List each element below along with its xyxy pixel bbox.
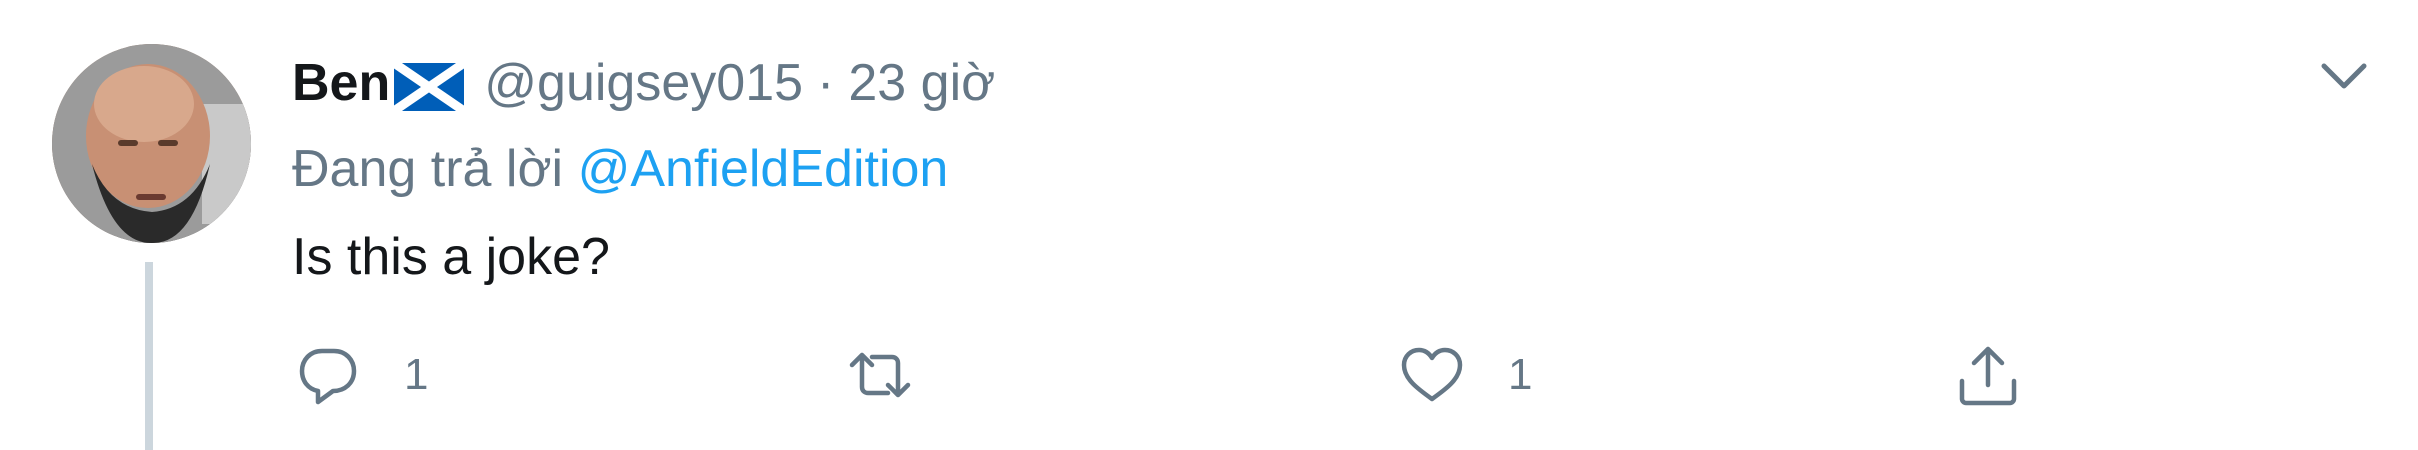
tweet-text: Is this a joke? xyxy=(292,228,610,286)
avatar[interactable] xyxy=(52,44,251,243)
tweet-actions: 1 1 xyxy=(0,330,2418,420)
scotland-flag-icon xyxy=(391,59,467,115)
avatar-photo xyxy=(52,44,251,243)
share-upload-icon xyxy=(1959,346,2017,406)
timestamp[interactable]: 23 giờ xyxy=(848,48,995,118)
replying-to-label: Đang trả lời xyxy=(292,140,564,198)
reply-bubble-icon xyxy=(299,348,357,405)
like-count: 1 xyxy=(1508,350,1533,399)
heart-icon xyxy=(1401,347,1463,402)
tweet-card[interactable]: Ben @guigsey015 · 23 giờ Đang trả lời @A… xyxy=(0,0,2418,450)
user-handle[interactable]: @guigsey015 xyxy=(484,48,803,118)
reply-count: 1 xyxy=(404,350,429,399)
more-options-button[interactable] xyxy=(2316,52,2372,100)
separator-dot: · xyxy=(817,54,835,112)
replying-to-line: Đang trả lời @AnfieldEdition xyxy=(292,134,948,204)
chevron-down-icon xyxy=(2321,63,2367,89)
display-name[interactable]: Ben xyxy=(292,48,390,118)
tweet-header: Ben @guigsey015 · 23 giờ xyxy=(292,48,995,118)
retweet-button[interactable] xyxy=(846,330,956,420)
share-button[interactable] xyxy=(1954,330,2022,420)
retweet-icon xyxy=(849,352,911,398)
replying-to-mention[interactable]: @AnfieldEdition xyxy=(578,140,949,198)
reply-button[interactable]: 1 xyxy=(294,330,428,420)
like-button[interactable]: 1 xyxy=(1398,330,1532,420)
